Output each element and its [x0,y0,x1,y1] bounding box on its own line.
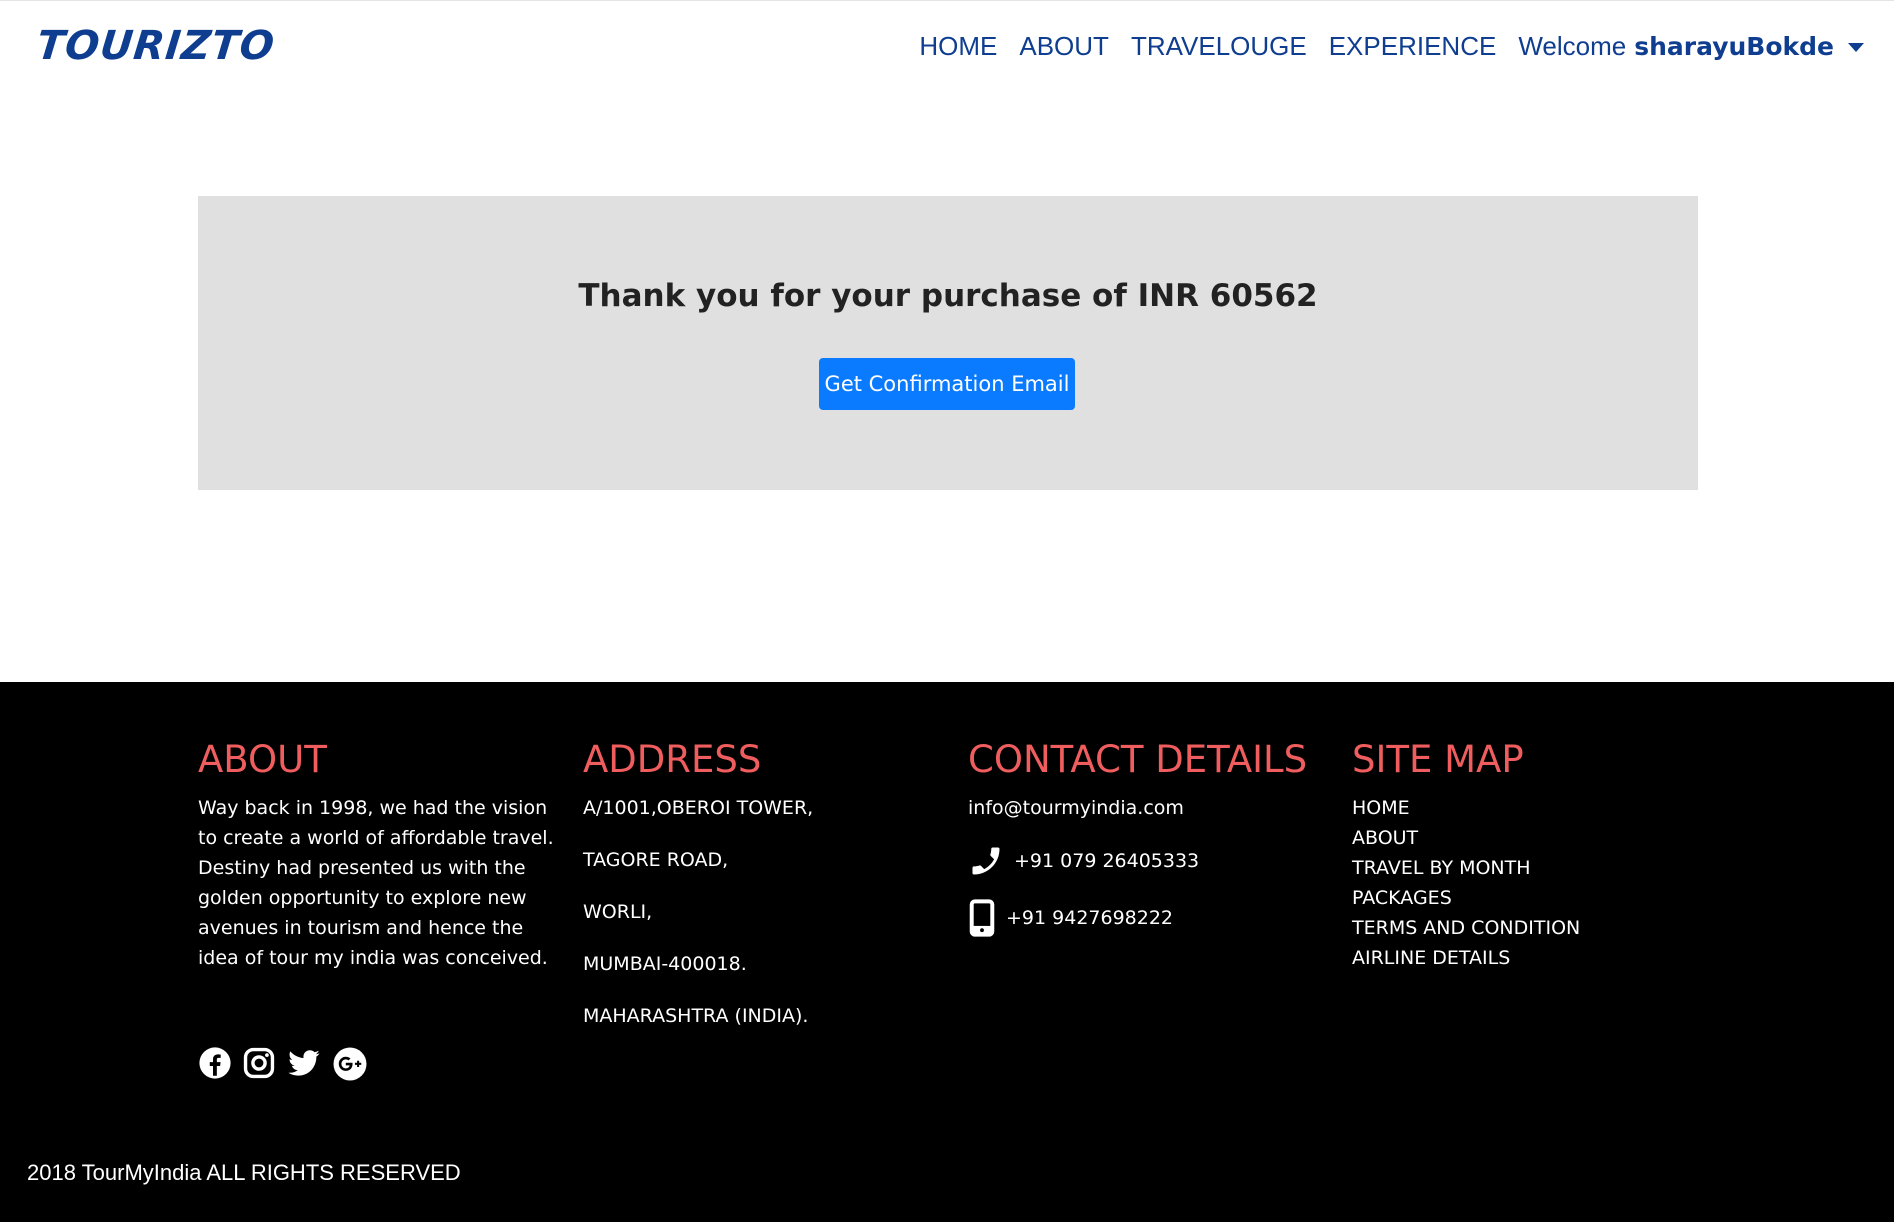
sitemap-link-home[interactable]: HOME [1352,793,1580,823]
user-dropdown-toggle[interactable]: Welcome sharayuBokde [1518,31,1864,62]
copyright-text: 2018 TourMyIndia ALL RIGHTS RESERVED [27,1160,461,1185]
address-line: TAGORE ROAD, [583,849,729,871]
footer-contact-section: CONTACT DETAILS info@tourmyindia.com +91… [968,738,1307,957]
footer-address-title: ADDRESS [583,738,762,781]
sitemap-link-travel-by-month[interactable]: TRAVEL BY MONTH [1352,853,1580,883]
footer-sitemap-section: SITE MAP HOME ABOUT TRAVEL BY MONTH PACK… [1352,738,1580,973]
footer-contact-title: CONTACT DETAILS [968,738,1308,781]
phone-icon [972,847,1000,875]
facebook-icon[interactable] [198,1046,232,1082]
navbar: TOURIZTO HOME ABOUT TRAVELOUGE EXPERIENC… [0,0,1894,100]
contact-email[interactable]: info@tourmyindia.com [968,793,1307,823]
nav-travelouge[interactable]: TRAVELOUGE [1131,31,1307,62]
footer-address-section: ADDRESS A/1001,OBEROI TOWER, TAGORE ROAD… [583,738,813,1053]
footer: ABOUT Way back in 1998, we had the visio… [0,682,1894,1222]
brand-logo[interactable]: TOURIZTO [35,23,278,69]
contact-phone-text: +91 079 26405333 [1014,850,1200,872]
contact-mobile[interactable]: +91 9427698222 [968,899,1307,937]
sitemap-list: HOME ABOUT TRAVEL BY MONTH PACKAGES TERM… [1352,793,1580,973]
sitemap-link-about[interactable]: ABOUT [1352,823,1580,853]
get-confirmation-email-button[interactable]: Get Confirmation Email [819,358,1075,410]
contact-email-text: info@tourmyindia.com [968,797,1184,819]
mobile-phone-icon [969,899,995,937]
social-links [198,1046,378,1082]
sitemap-link-airline-details[interactable]: AIRLINE DETAILS [1352,943,1580,973]
username-label: sharayuBokde [1634,32,1834,61]
purchase-message: Thank you for your purchase of INR 60562 [578,278,1318,314]
purchase-confirmation-panel: Thank you for your purchase of INR 60562… [198,196,1698,490]
sitemap-link-packages[interactable]: PACKAGES [1352,883,1580,913]
nav-experience[interactable]: EXPERIENCE [1329,31,1497,62]
main-nav: HOME ABOUT TRAVELOUGE EXPERIENCE Welcome… [897,31,1864,62]
footer-about-text: Way back in 1998, we had the vision to c… [198,797,554,969]
instagram-icon[interactable] [242,1046,276,1082]
address-line: A/1001,OBEROI TOWER, [583,797,814,819]
sitemap-link-terms[interactable]: TERMS AND CONDITION [1352,913,1580,943]
twitter-icon[interactable] [286,1046,322,1082]
contact-phone[interactable]: +91 079 26405333 [968,843,1307,879]
footer-about-title: ABOUT [198,738,327,781]
address-line: MUMBAI-400018. [583,953,747,975]
contact-mobile-text: +91 9427698222 [1006,907,1174,929]
address-line: WORLI, [583,901,653,923]
footer-sitemap-title: SITE MAP [1352,738,1524,781]
caret-down-icon [1848,43,1864,52]
nav-home[interactable]: HOME [919,31,997,62]
welcome-label: Welcome [1518,31,1627,61]
address-line: MAHARASHTRA (INDIA). [583,1005,809,1027]
google-plus-icon[interactable] [332,1046,368,1082]
nav-about[interactable]: ABOUT [1019,31,1109,62]
footer-about-section: ABOUT Way back in 1998, we had the visio… [198,738,558,973]
